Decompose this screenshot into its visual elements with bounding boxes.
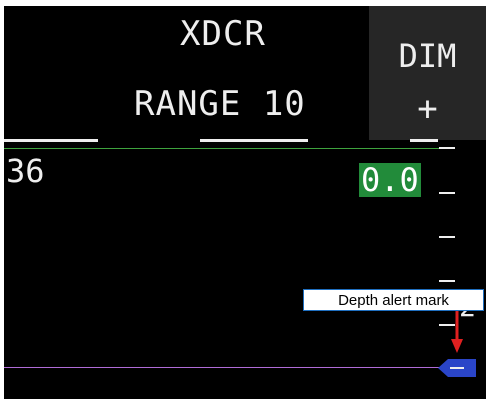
dim-button[interactable]: DIM +: [369, 6, 486, 140]
scale-tick: [439, 280, 455, 282]
scale-tick: [439, 236, 455, 238]
depth-value: 0.0: [359, 161, 421, 199]
plus-icon: +: [417, 89, 438, 129]
depth-alert-line: [4, 367, 444, 368]
header-divider-segment: [200, 139, 308, 142]
fishfinder-screen: XDCR RANGE 10 DIM + 36 0.0 2: [4, 6, 486, 399]
source-label: XDCR: [180, 14, 266, 54]
header-divider-segment: [410, 139, 438, 142]
depth-marker-text: 36: [6, 152, 45, 190]
dim-button-label: DIM: [398, 37, 457, 75]
range-marker-line: [4, 148, 440, 149]
scale-tick: [439, 147, 455, 149]
range-label: RANGE 10: [134, 84, 306, 124]
arrow-down-icon: [451, 311, 463, 353]
header-divider-segment: [4, 139, 98, 142]
depth-alert-marker-icon[interactable]: [438, 359, 476, 377]
scale-tick: [439, 192, 455, 194]
callout-label: Depth alert mark: [303, 289, 484, 311]
